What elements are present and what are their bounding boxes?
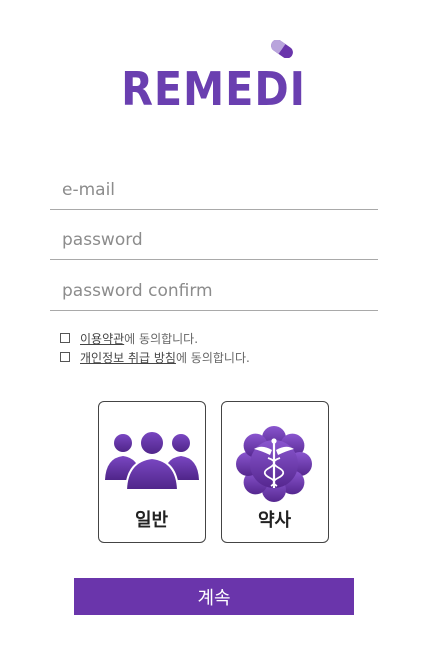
terms-link[interactable]: 이용약관: [80, 330, 124, 347]
pharmacist-label: 약사: [257, 510, 292, 531]
general-user-button[interactable]: 일반: [98, 401, 206, 543]
password-confirm-input[interactable]: [50, 263, 378, 310]
privacy-suffix: 에 동의합니다.: [175, 350, 250, 365]
password-confirm-field-container: [50, 263, 378, 311]
email-field-container: [50, 162, 378, 210]
terms-agreement: 이용약관 에 동의합니다.: [60, 329, 198, 347]
privacy-agreement: 개인정보 취급 방침 에 동의합니다.: [60, 348, 250, 366]
privacy-checkbox[interactable]: [60, 352, 70, 362]
email-input[interactable]: [50, 162, 378, 209]
password-input[interactable]: [50, 212, 378, 259]
caduceus-icon: [236, 426, 312, 502]
general-user-label: 일반: [134, 510, 169, 531]
pill-icon: [271, 40, 293, 58]
password-field-container: [50, 212, 378, 260]
logo-wordmark: REMEDI: [121, 62, 306, 116]
terms-checkbox[interactable]: [60, 333, 70, 343]
continue-button[interactable]: 계속: [74, 578, 354, 615]
terms-suffix: 에 동의합니다.: [124, 331, 199, 346]
privacy-link[interactable]: 개인정보 취급 방침: [80, 349, 176, 366]
people-icon: [105, 430, 199, 491]
pharmacist-button[interactable]: 약사: [221, 401, 329, 543]
